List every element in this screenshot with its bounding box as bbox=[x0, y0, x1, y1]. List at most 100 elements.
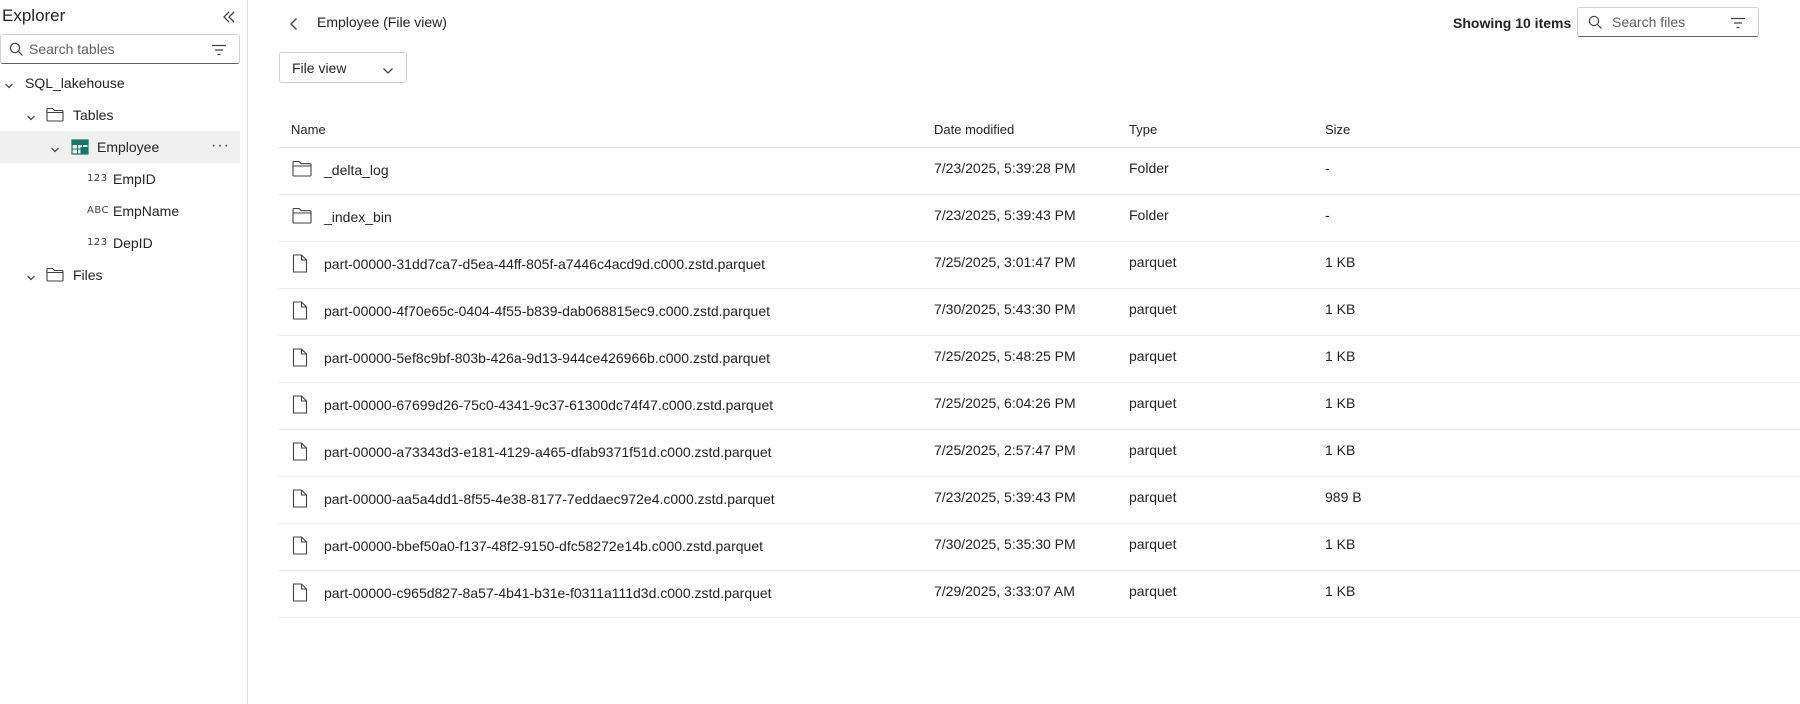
file-name: part-00000-5ef8c9bf-803b-426a-9d13-944ce… bbox=[324, 350, 771, 366]
explorer-sidebar: Explorer SQL_lakehouse T bbox=[0, 0, 248, 704]
tree-item-label: Employee bbox=[97, 139, 160, 155]
file-icon bbox=[292, 583, 308, 605]
table-header: Name Date modified Type Size bbox=[279, 113, 1800, 148]
sidebar-title: Explorer bbox=[2, 6, 66, 25]
date-modified: 7/25/2025, 2:57:47 PM bbox=[934, 442, 1076, 458]
table-body: _delta_log 7/23/2025, 5:39:28 PM Folder - _i… bbox=[279, 148, 1800, 618]
column-name: DepID bbox=[113, 235, 153, 251]
table-row[interactable]: _delta_log 7/23/2025, 5:39:28 PM Folder - bbox=[279, 148, 1800, 195]
date-modified: 7/23/2025, 5:39:43 PM bbox=[934, 489, 1076, 505]
table-row[interactable]: _index_bin 7/23/2025, 5:39:43 PM Folder - bbox=[279, 195, 1800, 242]
column-name: EmpID bbox=[113, 171, 156, 187]
file-icon bbox=[292, 348, 308, 370]
file-name: part-00000-a73343d3-e181-4129-a465-dfab9… bbox=[324, 444, 772, 460]
view-selector-dropdown[interactable]: File view bbox=[279, 52, 407, 83]
file-size: 1 KB bbox=[1325, 442, 1356, 458]
filter-icon[interactable] bbox=[1730, 16, 1746, 32]
sidebar-header: Explorer bbox=[2, 4, 242, 28]
file-size: 989 B bbox=[1325, 489, 1362, 505]
chevron-down-icon[interactable] bbox=[4, 78, 14, 89]
file-icon bbox=[292, 536, 308, 558]
file-size: 1 KB bbox=[1325, 348, 1356, 364]
chevron-down-icon[interactable] bbox=[26, 270, 36, 281]
number-type-icon: 123 bbox=[87, 173, 108, 184]
folder-icon bbox=[292, 160, 312, 180]
file-name: _index_bin bbox=[324, 209, 392, 225]
tree-item-label: Tables bbox=[73, 107, 114, 123]
chevron-down-icon[interactable] bbox=[50, 142, 60, 153]
file-name: part-00000-bbef50a0-f137-48f2-9150-dfc58… bbox=[324, 538, 763, 554]
file-table: Name Date modified Type Size _delta_log 7… bbox=[279, 113, 1800, 618]
date-modified: 7/25/2025, 6:04:26 PM bbox=[934, 395, 1076, 411]
file-size: 1 KB bbox=[1325, 301, 1356, 317]
file-search-input[interactable] bbox=[1612, 13, 1722, 31]
filter-icon[interactable] bbox=[211, 43, 227, 59]
folder-icon bbox=[292, 207, 312, 227]
file-size: - bbox=[1325, 207, 1330, 223]
collapse-sidebar-icon[interactable] bbox=[218, 6, 240, 28]
text-type-icon: ABC bbox=[87, 205, 110, 216]
file-name: part-00000-4f70e65c-0404-4f55-b839-dab06… bbox=[324, 303, 771, 319]
table-row[interactable]: part-00000-5ef8c9bf-803b-426a-9d13-944ce… bbox=[279, 336, 1800, 383]
table-row[interactable]: part-00000-c965d827-8a57-4b41-b31e-f0311… bbox=[279, 571, 1800, 618]
more-options-icon[interactable]: ··· bbox=[211, 137, 230, 155]
table-row[interactable]: part-00000-4f70e65c-0404-4f55-b839-dab06… bbox=[279, 289, 1800, 336]
file-size: 1 KB bbox=[1325, 536, 1356, 552]
file-name: part-00000-aa5a4dd1-8f55-4e38-8177-7edda… bbox=[324, 491, 775, 507]
file-type: parquet bbox=[1129, 348, 1177, 364]
column-header-date[interactable]: Date modified bbox=[934, 122, 1014, 137]
tree-item-lakehouse[interactable]: SQL_lakehouse bbox=[0, 67, 240, 99]
table-search-input[interactable] bbox=[29, 39, 199, 59]
file-type: parquet bbox=[1129, 395, 1177, 411]
tree-item-employee[interactable]: Employee ··· bbox=[0, 131, 240, 163]
tree-item-tables[interactable]: Tables bbox=[0, 99, 240, 131]
column-header-type[interactable]: Type bbox=[1129, 122, 1157, 137]
chevron-down-icon bbox=[382, 63, 394, 79]
date-modified: 7/30/2025, 5:43:30 PM bbox=[934, 301, 1076, 317]
back-arrow-icon[interactable] bbox=[284, 14, 304, 34]
file-icon bbox=[292, 489, 308, 511]
column-header-name[interactable]: Name bbox=[291, 122, 326, 137]
file-search-box bbox=[1577, 7, 1759, 37]
file-icon bbox=[292, 254, 308, 276]
file-type: parquet bbox=[1129, 583, 1177, 599]
file-name: _delta_log bbox=[324, 162, 389, 178]
file-type: parquet bbox=[1129, 536, 1177, 552]
item-count: Showing 10 items bbox=[1453, 15, 1572, 31]
table-row[interactable]: part-00000-a73343d3-e181-4129-a465-dfab9… bbox=[279, 430, 1800, 477]
chevron-down-icon[interactable] bbox=[26, 110, 36, 121]
file-size: 1 KB bbox=[1325, 395, 1356, 411]
table-row[interactable]: part-00000-aa5a4dd1-8f55-4e38-8177-7edda… bbox=[279, 477, 1800, 524]
tree-item-column[interactable]: ABC EmpName bbox=[0, 195, 240, 227]
date-modified: 7/23/2025, 5:39:28 PM bbox=[934, 160, 1076, 176]
view-selector-label: File view bbox=[292, 60, 347, 76]
date-modified: 7/30/2025, 5:35:30 PM bbox=[934, 536, 1076, 552]
tree-item-column[interactable]: 123 EmpID bbox=[0, 163, 240, 195]
file-view-panel: Employee (File view) Showing 10 items Fi… bbox=[248, 0, 1800, 704]
column-name: EmpName bbox=[113, 203, 180, 219]
sql-table-icon bbox=[71, 139, 89, 158]
file-icon bbox=[292, 301, 308, 323]
column-header-size[interactable]: Size bbox=[1325, 122, 1350, 137]
tree-item-label: SQL_lakehouse bbox=[25, 75, 125, 91]
table-row[interactable]: part-00000-bbef50a0-f137-48f2-9150-dfc58… bbox=[279, 524, 1800, 571]
file-name: part-00000-67699d26-75c0-4341-9c37-61300… bbox=[324, 397, 774, 413]
number-type-icon: 123 bbox=[87, 237, 108, 248]
date-modified: 7/23/2025, 5:39:43 PM bbox=[934, 207, 1076, 223]
search-icon bbox=[1588, 15, 1603, 33]
file-type: Folder bbox=[1129, 207, 1169, 223]
tree-item-column[interactable]: 123 DepID bbox=[0, 227, 240, 259]
table-row[interactable]: part-00000-31dd7ca7-d5ea-44ff-805f-a7446… bbox=[279, 242, 1800, 289]
table-search-box bbox=[0, 34, 240, 64]
search-icon bbox=[9, 42, 24, 60]
table-row[interactable]: part-00000-67699d26-75c0-4341-9c37-61300… bbox=[279, 383, 1800, 430]
file-type: Folder bbox=[1129, 160, 1169, 176]
page-title: Employee (File view) bbox=[317, 14, 447, 30]
folder-icon bbox=[46, 267, 64, 285]
file-type: parquet bbox=[1129, 254, 1177, 270]
file-type: parquet bbox=[1129, 442, 1177, 458]
date-modified: 7/25/2025, 3:01:47 PM bbox=[934, 254, 1076, 270]
folder-icon bbox=[46, 107, 64, 125]
tree-item-files[interactable]: Files bbox=[0, 259, 240, 291]
file-size: 1 KB bbox=[1325, 254, 1356, 270]
